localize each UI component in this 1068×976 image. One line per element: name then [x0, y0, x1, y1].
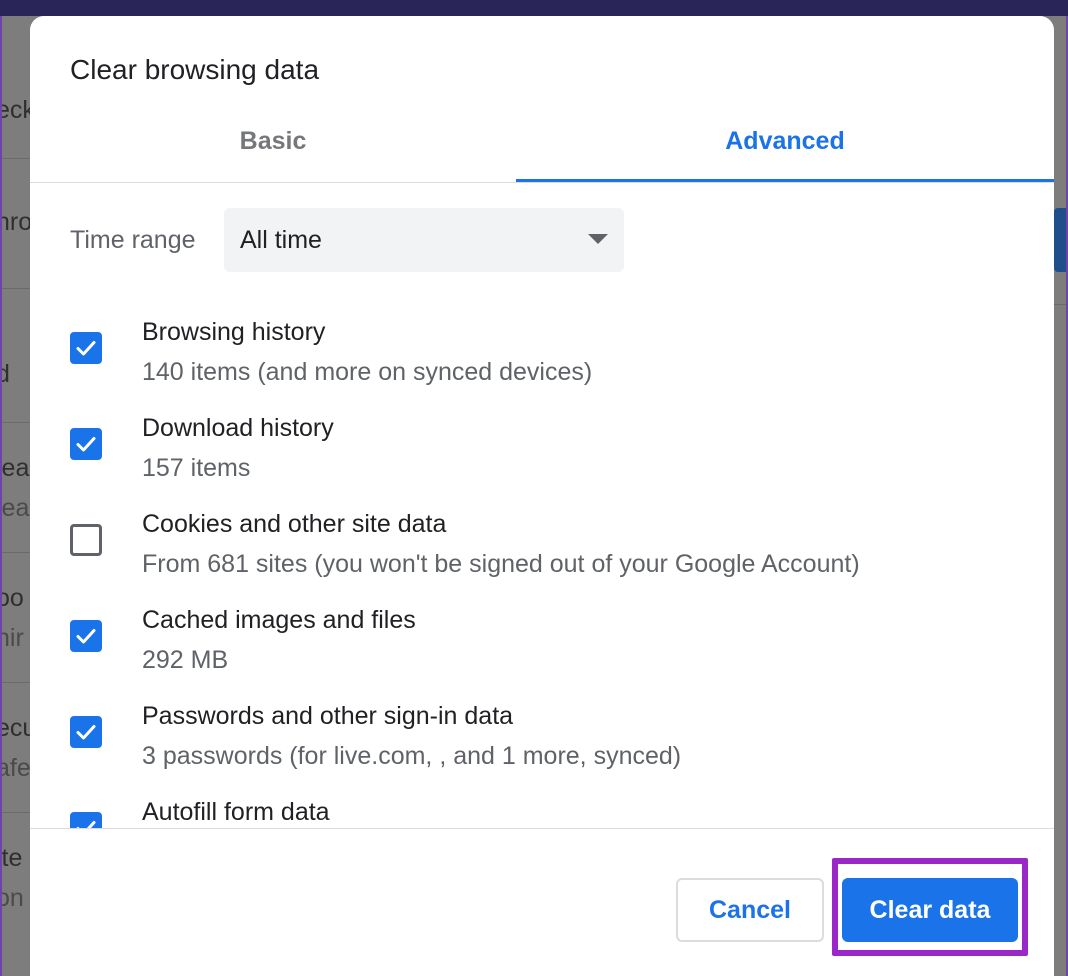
time-range-value: All time — [240, 226, 322, 254]
footer-divider — [30, 828, 1054, 829]
window-edge — [0, 16, 2, 976]
check-icon — [76, 437, 96, 452]
dropdown-arrow-icon — [588, 234, 608, 244]
background-text: hir — [0, 624, 24, 652]
item-title: Autofill form data — [142, 798, 330, 826]
check-icon — [76, 725, 96, 740]
clear-browsing-data-dialog: Clear browsing data Basic Advanced Time … — [30, 16, 1054, 976]
background-text: ite — [0, 844, 23, 872]
item-subtitle: 157 items — [142, 454, 251, 482]
check-icon — [76, 629, 96, 644]
cookies-checkbox[interactable] — [70, 524, 102, 556]
cancel-button[interactable]: Cancel — [676, 878, 824, 942]
check-icon — [76, 821, 96, 828]
clear-data-button[interactable]: Clear data — [842, 878, 1018, 942]
background-text: lea — [0, 494, 30, 522]
item-subtitle: 292 MB — [142, 646, 229, 674]
item-title: Cached images and files — [142, 606, 416, 634]
item-subtitle: 3 passwords (for live.com, , and 1 more,… — [142, 742, 682, 770]
background-text: on — [0, 884, 24, 912]
item-subtitle: 140 items (and more on synced devices) — [142, 358, 593, 386]
item-subtitle: From 681 sites (you won't be signed out … — [142, 550, 860, 578]
passwords-checkbox[interactable] — [70, 716, 102, 748]
time-range-select[interactable]: All time — [224, 208, 624, 272]
background-text: lea — [0, 454, 30, 482]
item-title: Download history — [142, 414, 334, 442]
background-text: oo — [0, 584, 24, 612]
data-types-list: Browsing history 140 items (and more on … — [30, 312, 1054, 828]
time-range-label: Time range — [70, 226, 196, 254]
list-item-cached-images: Cached images and files 292 MB — [30, 600, 1054, 696]
background-text: hro — [0, 208, 33, 236]
background-text: afe — [0, 754, 31, 782]
list-item-cookies: Cookies and other site data From 681 sit… — [30, 504, 1054, 600]
browsing-history-checkbox[interactable] — [70, 332, 102, 364]
check-icon — [76, 341, 96, 356]
dialog-title: Clear browsing data — [70, 54, 320, 85]
list-item-autofill: Autofill form data — [30, 792, 1054, 828]
tab-basic[interactable]: Basic — [30, 112, 516, 184]
tabs-divider — [30, 182, 1054, 183]
autofill-checkbox[interactable] — [70, 812, 102, 828]
time-range-row: Time range All time — [70, 208, 670, 272]
list-item-browsing-history: Browsing history 140 items (and more on … — [30, 312, 1054, 408]
list-item-download-history: Download history 157 items — [30, 408, 1054, 504]
item-title: Cookies and other site data — [142, 510, 447, 538]
tab-bar: Basic Advanced — [30, 112, 1054, 184]
tab-advanced[interactable]: Advanced — [516, 112, 1054, 184]
list-item-passwords: Passwords and other sign-in data 3 passw… — [30, 696, 1054, 792]
item-title: Passwords and other sign-in data — [142, 702, 514, 730]
cached-images-checkbox[interactable] — [70, 620, 102, 652]
item-title: Browsing history — [142, 318, 326, 346]
download-history-checkbox[interactable] — [70, 428, 102, 460]
